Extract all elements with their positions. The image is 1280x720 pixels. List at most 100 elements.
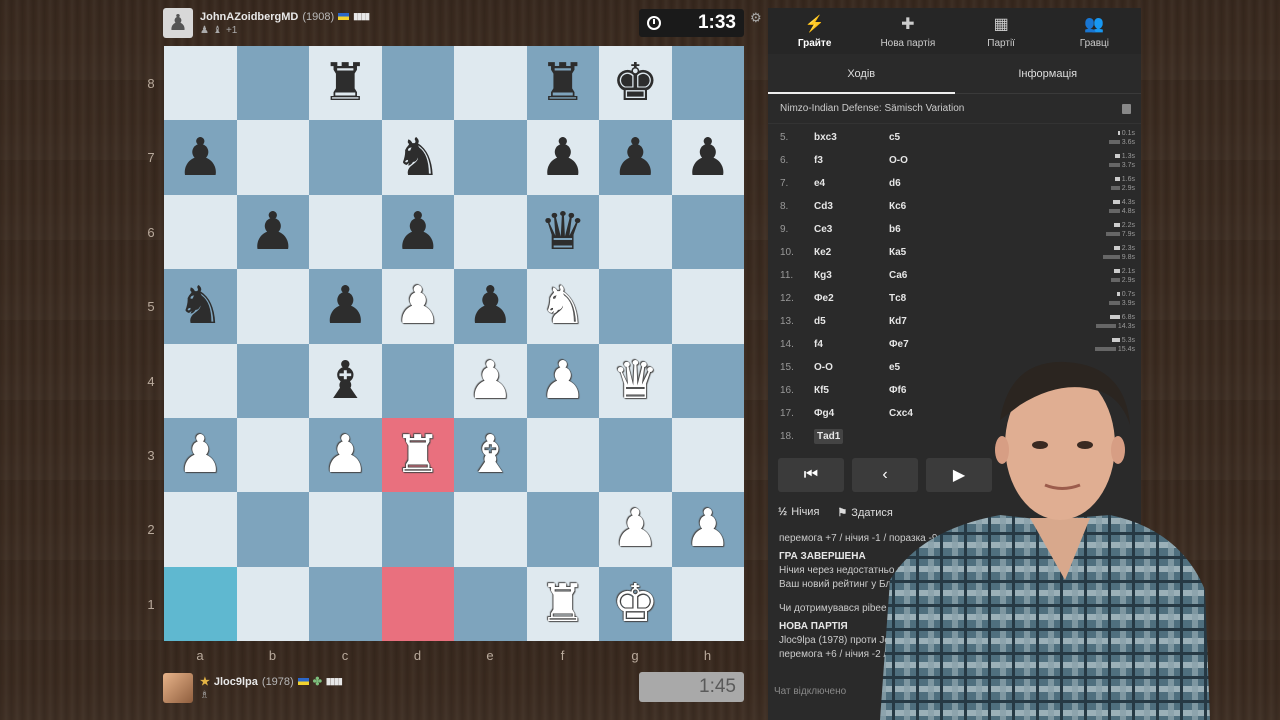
square-a5[interactable]: ♞ [164,269,237,344]
square-g6[interactable] [599,194,672,270]
white-move[interactable]: Кg3 [814,270,889,281]
square-g4[interactable]: ♛ [599,343,672,418]
white-rook-icon[interactable]: ♜ [394,429,441,481]
square-c3[interactable]: ♟ [309,417,382,493]
white-pawn-icon[interactable]: ♟ [684,503,731,555]
square-g3[interactable] [599,417,672,493]
square-c4[interactable]: ♝ [309,343,382,418]
square-a1[interactable] [164,566,237,641]
black-pawn-icon[interactable]: ♟ [539,132,586,184]
white-move[interactable]: f4 [814,339,889,350]
square-e5[interactable]: ♟ [454,269,527,344]
black-pawn-icon[interactable]: ♟ [394,206,441,258]
black-move[interactable]: Тc8 [889,293,1095,304]
square-c8[interactable]: ♜ [309,46,382,121]
square-h7[interactable]: ♟ [671,120,744,195]
chess-board[interactable]: ♜ ♜ ♚ ♟ ♞ ♟ ♟ ♟ ♟ ♟ ♛ ♞ ♟ ♟ ♟ ♞ ♝ ♟ ♟ ♛ ♟ ♟ ♜ ♝ ♟ ♟ ♜ ♚ [164,46,744,641]
tab-games[interactable]: ▦ Партії [955,8,1048,54]
tab-players[interactable]: 👥 Гравці [1048,8,1141,54]
square-c7[interactable] [309,120,382,195]
square-d5[interactable]: ♟ [381,269,454,344]
square-c1[interactable] [309,566,382,641]
square-c5[interactable]: ♟ [309,269,382,344]
square-b4[interactable] [236,343,309,418]
square-a4[interactable] [164,343,237,418]
square-b7[interactable] [236,120,309,195]
white-move[interactable]: Фe2 [814,293,889,304]
black-knight-icon[interactable]: ♞ [394,132,441,184]
black-move[interactable]: c5 [889,132,1095,143]
white-move[interactable]: Cd3 [814,201,889,212]
square-e6[interactable] [454,194,527,270]
white-pawn-icon[interactable]: ♟ [539,355,586,407]
black-rook-icon[interactable]: ♜ [539,57,586,109]
square-e3[interactable]: ♝ [454,417,527,493]
white-pawn-icon[interactable]: ♟ [394,280,441,332]
black-pawn-icon[interactable]: ♟ [322,280,369,332]
black-king-icon[interactable]: ♚ [612,57,659,109]
black-pawn-icon[interactable]: ♟ [612,132,659,184]
square-d2[interactable] [381,492,454,567]
white-pawn-icon[interactable]: ♟ [467,355,514,407]
black-move[interactable]: b6 [889,224,1095,235]
black-move[interactable]: Фe7 [889,339,1095,350]
square-b2[interactable] [236,492,309,567]
square-c6[interactable] [309,194,382,270]
square-h6[interactable] [671,194,744,270]
white-pawn-icon[interactable]: ♟ [322,429,369,481]
white-move[interactable]: e4 [814,178,889,189]
black-pawn-icon[interactable]: ♟ [177,132,224,184]
white-move[interactable]: Ce3 [814,224,889,235]
black-pawn-icon[interactable]: ♟ [249,206,296,258]
square-g1[interactable]: ♚ [599,566,672,641]
square-h1[interactable] [671,566,744,641]
white-move[interactable]: f3 [814,155,889,166]
black-pawn-icon[interactable]: ♟ [467,280,514,332]
first-move-button[interactable]: ⏮ [778,458,844,492]
white-move[interactable]: bxc3 [814,132,889,143]
square-g5[interactable] [599,269,672,344]
square-a8[interactable] [164,46,237,121]
square-f7[interactable]: ♟ [526,120,599,195]
white-pawn-icon[interactable]: ♟ [177,429,224,481]
white-pawn-icon[interactable]: ♟ [612,503,659,555]
square-b5[interactable] [236,269,309,344]
square-d3[interactable]: ♜ [381,417,454,493]
black-move[interactable]: Кd7 [889,316,1095,327]
square-h8[interactable] [671,46,744,121]
square-b3[interactable] [236,417,309,493]
bottom-player-name[interactable]: Jloc9lpa [214,676,258,688]
square-b6[interactable]: ♟ [236,194,309,270]
bottom-player-avatar[interactable] [163,673,193,703]
white-king-icon[interactable]: ♚ [612,578,659,630]
square-d6[interactable]: ♟ [381,194,454,270]
black-pawn-icon[interactable]: ♟ [684,132,731,184]
square-a3[interactable]: ♟ [164,417,237,493]
square-f6[interactable]: ♛ [526,194,599,270]
square-f2[interactable] [526,492,599,567]
black-move[interactable]: Кa5 [889,247,1095,258]
square-d4[interactable] [381,343,454,418]
white-move[interactable]: Кf5 [814,385,889,396]
square-h2[interactable]: ♟ [671,492,744,567]
square-f5[interactable]: ♞ [526,269,599,344]
square-f1[interactable]: ♜ [526,566,599,641]
black-move[interactable]: O-O [889,155,1095,166]
black-move[interactable]: d6 [889,178,1095,189]
square-f3[interactable] [526,417,599,493]
top-player-avatar[interactable]: ♟ [163,8,193,38]
white-move[interactable]: Фg4 [814,408,889,419]
white-bishop-icon[interactable]: ♝ [467,429,514,481]
white-queen-icon[interactable]: ♛ [612,355,659,407]
white-move[interactable]: O-O [814,362,889,373]
square-h4[interactable] [671,343,744,418]
white-move[interactable]: d5 [814,316,889,327]
square-f8[interactable]: ♜ [526,46,599,121]
square-b8[interactable] [236,46,309,121]
square-f4[interactable]: ♟ [526,343,599,418]
black-rook-icon[interactable]: ♜ [322,57,369,109]
square-g7[interactable]: ♟ [599,120,672,195]
square-h5[interactable] [671,269,744,344]
square-a2[interactable] [164,492,237,567]
square-d8[interactable] [381,46,454,121]
